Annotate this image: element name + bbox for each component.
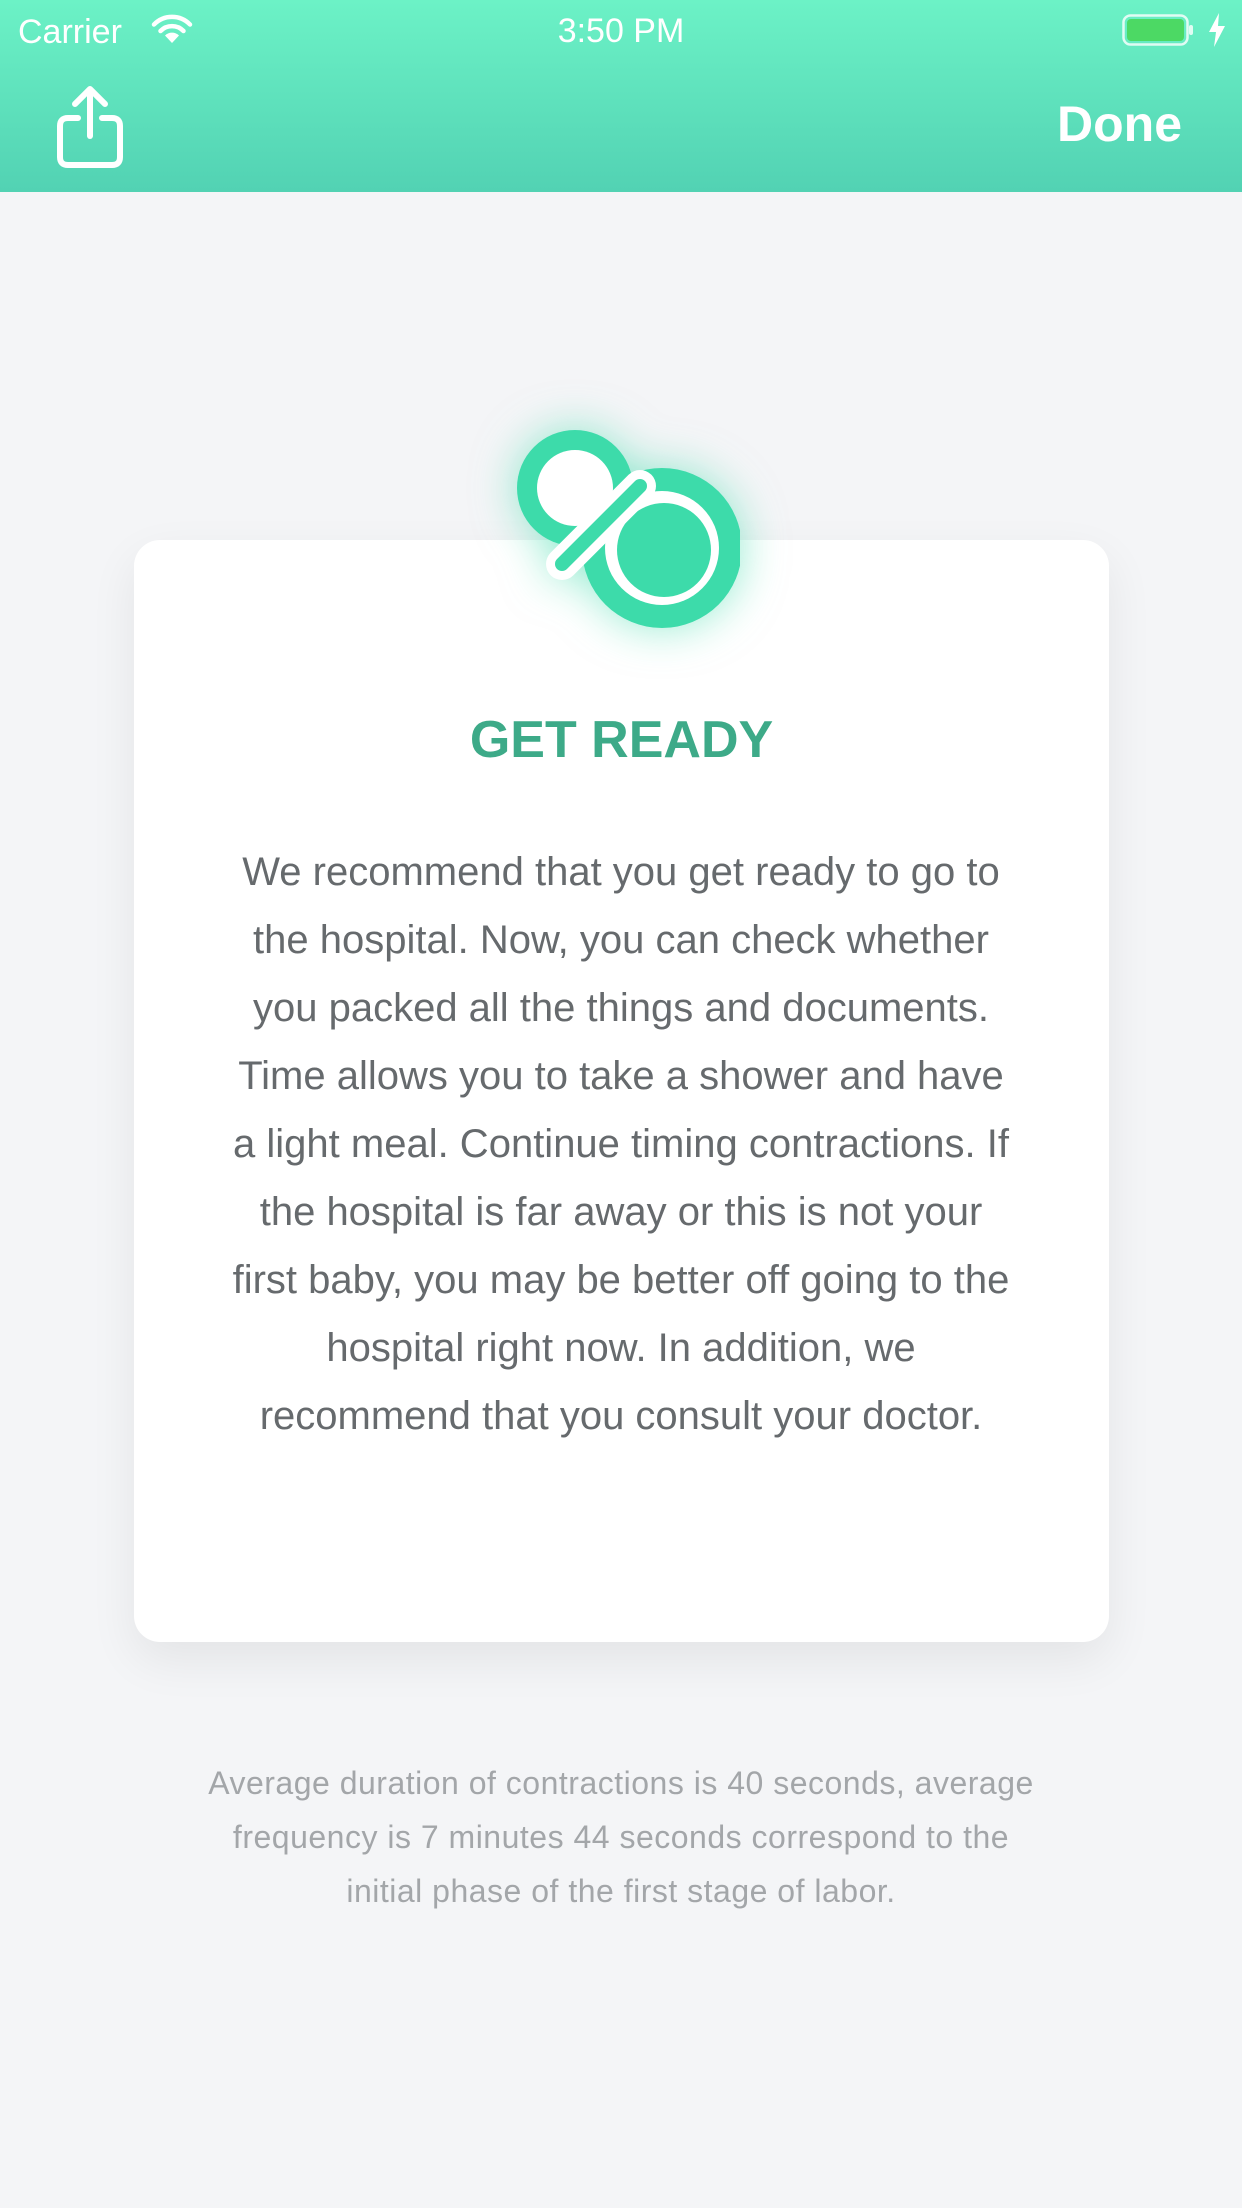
charging-bolt-icon	[1209, 13, 1225, 47]
header-bar: Carrier 3:50 PM Done	[0, 0, 1242, 192]
card-body-text: We recommend that you get ready to go to…	[232, 850, 1010, 1438]
status-bar: Carrier 3:50 PM	[0, 0, 1242, 60]
battery-full-icon	[1122, 14, 1193, 46]
card-title: GET READY	[469, 711, 774, 769]
status-time: 3:50 PM	[557, 12, 685, 50]
done-button[interactable]: Done	[1057, 94, 1182, 154]
contractions-summary: Average duration of contractions is 40 s…	[208, 1765, 1034, 1909]
share-icon[interactable]	[50, 84, 130, 170]
pacifier-icon	[517, 430, 740, 628]
